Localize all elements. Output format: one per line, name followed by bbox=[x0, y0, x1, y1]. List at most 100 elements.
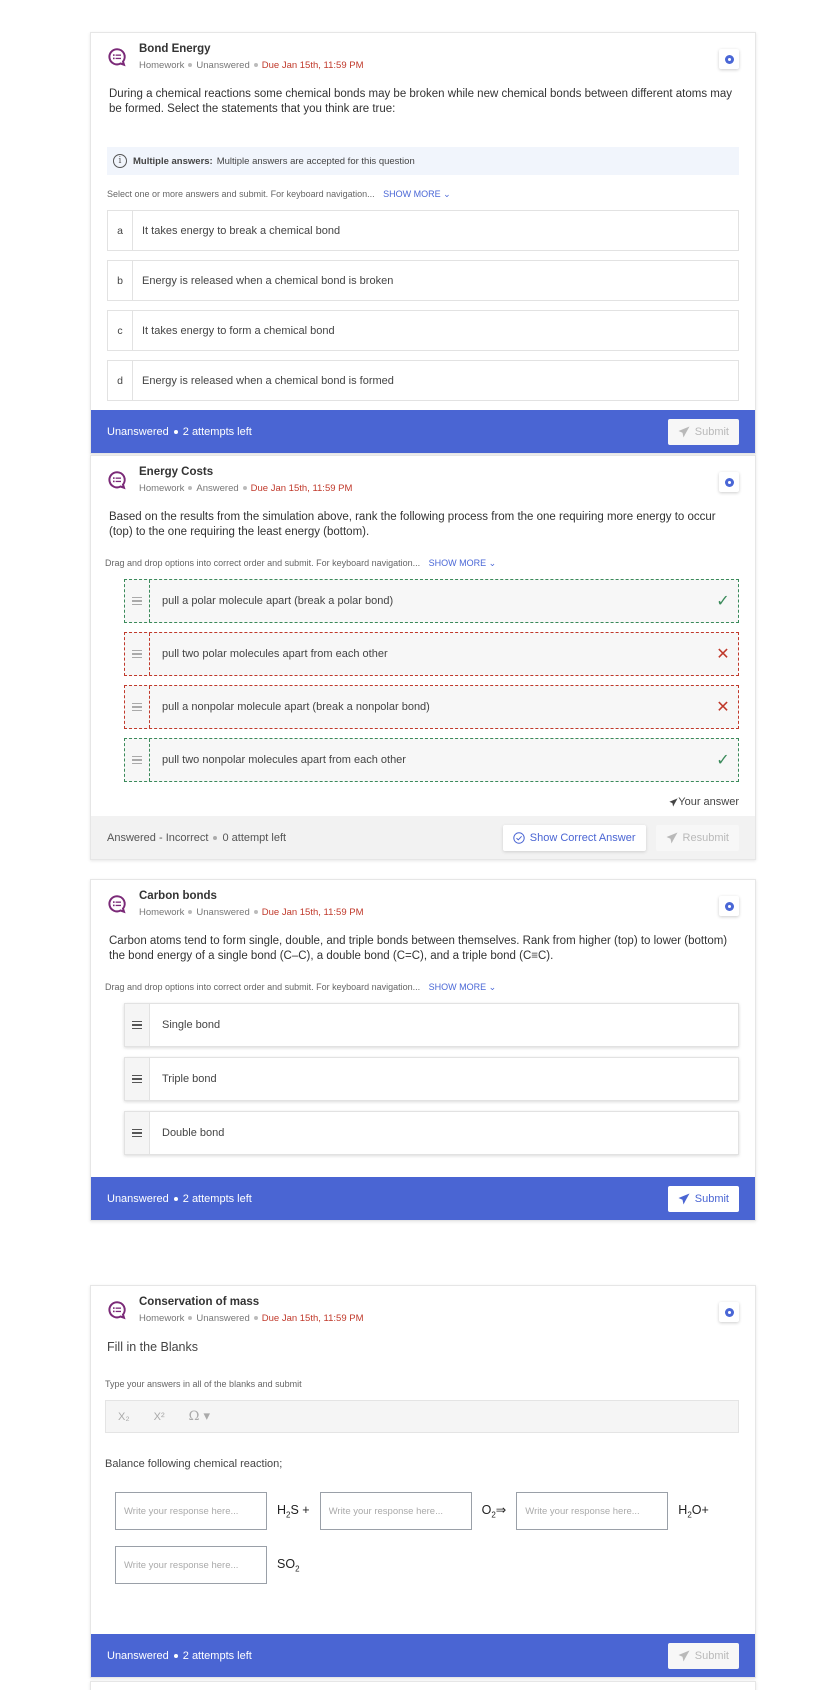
ranking-item-text: pull two nonpolar molecules apart from e… bbox=[162, 754, 406, 766]
submit-button[interactable]: Submit bbox=[667, 418, 739, 445]
question-list-icon bbox=[107, 894, 127, 914]
meta-separator bbox=[188, 910, 193, 915]
footer-status: Unanswered bbox=[107, 1192, 169, 1205]
ranking-item-text: pull a nonpolar molecule apart (break a … bbox=[162, 701, 430, 713]
bookmark-icon bbox=[724, 1307, 734, 1317]
show-more-label: SHOW MORE bbox=[428, 982, 487, 992]
blank-input-4[interactable] bbox=[115, 1546, 267, 1584]
drag-handle[interactable] bbox=[125, 1112, 150, 1154]
your-answer-label: Your answer bbox=[107, 782, 739, 816]
question-footer: Unanswered 2 attempts left Submit bbox=[91, 1634, 755, 1677]
answer-option-a[interactable]: a It takes energy to break a chemical bo… bbox=[107, 210, 739, 251]
chevron-down-icon: ⌄ bbox=[488, 558, 497, 568]
superscript-button[interactable]: X² bbox=[154, 1411, 165, 1423]
so2-term: SO2 bbox=[277, 1556, 300, 1574]
draggable-item[interactable]: Double bond bbox=[124, 1111, 739, 1155]
check-circle-icon bbox=[513, 831, 525, 844]
correct-check-icon: ✓ bbox=[716, 752, 730, 769]
send-icon bbox=[678, 1650, 690, 1662]
ranking-item[interactable]: pull two polar molecules apart from each… bbox=[124, 632, 739, 676]
question-type: Homework bbox=[139, 1313, 185, 1324]
question-status: Unanswered bbox=[196, 907, 250, 918]
show-more-link[interactable]: SHOW MORE ⌄ bbox=[383, 189, 451, 199]
info-icon: i bbox=[113, 154, 127, 168]
ranking-item[interactable]: pull two nonpolar molecules apart from e… bbox=[124, 738, 739, 782]
show-more-label: SHOW MORE bbox=[428, 558, 487, 568]
formatting-toolbar: X₂ X² Ω ▾ bbox=[105, 1400, 739, 1433]
blank-input-3[interactable] bbox=[516, 1492, 669, 1530]
question-meta: Homework Unanswered Due Jan 15th, 11:59 PM bbox=[139, 60, 364, 71]
bookmark-button[interactable] bbox=[719, 896, 739, 916]
resubmit-button[interactable]: Resubmit bbox=[655, 824, 739, 851]
meta-separator bbox=[188, 486, 193, 491]
meta-separator bbox=[253, 1316, 258, 1321]
bookmark-icon bbox=[724, 54, 734, 64]
question-type: Homework bbox=[139, 483, 185, 494]
question-footer: Unanswered 2 attempts left Submit bbox=[91, 1177, 755, 1220]
option-text: Energy is released when a chemical bond … bbox=[142, 274, 394, 287]
submit-label: Submit bbox=[694, 1649, 729, 1662]
answer-option-b[interactable]: b Energy is released when a chemical bon… bbox=[107, 260, 739, 301]
drag-handle[interactable] bbox=[125, 1004, 150, 1046]
drag-handle[interactable] bbox=[125, 633, 150, 675]
instructions-text: Drag and drop options into correct order… bbox=[105, 558, 421, 568]
subscript-button[interactable]: X₂ bbox=[118, 1411, 130, 1423]
bookmark-button[interactable] bbox=[719, 472, 739, 492]
due-date: Due Jan 15th, 11:59 PM bbox=[261, 1313, 364, 1324]
question-header: Conservation of mass Homework Unanswered D… bbox=[91, 1286, 755, 1332]
submit-button[interactable]: Submit bbox=[667, 1642, 739, 1669]
incorrect-x-icon: ✕ bbox=[716, 699, 730, 716]
question-footer: Unanswered 2 attempts left Submit bbox=[91, 410, 755, 453]
show-correct-answer-label: Show Correct Answer bbox=[529, 831, 636, 844]
status-separator bbox=[173, 1196, 178, 1201]
status-separator bbox=[173, 429, 178, 434]
info-text: Multiple answers are accepted for this q… bbox=[216, 155, 415, 167]
question-title: Energy Costs bbox=[139, 466, 214, 478]
question-header: Energy Costs Homework Answered Due Jan 15t… bbox=[91, 456, 755, 502]
footer-status: Answered - Incorrect bbox=[107, 831, 209, 844]
draggable-item[interactable]: Triple bond bbox=[124, 1057, 739, 1101]
option-text: Energy is released when a chemical bond … bbox=[142, 374, 394, 387]
draggable-item-text: Single bond bbox=[162, 1019, 221, 1031]
ranking-item[interactable]: pull a polar molecule apart (break a pol… bbox=[124, 579, 739, 623]
instructions: Drag and drop options into correct order… bbox=[105, 540, 739, 579]
meta-separator bbox=[253, 63, 258, 68]
question-card-energy-costs: Energy Costs Homework Answered Due Jan 15t… bbox=[90, 455, 756, 860]
ranking-item[interactable]: pull a nonpolar molecule apart (break a … bbox=[124, 685, 739, 729]
show-more-link[interactable]: SHOW MORE ⌄ bbox=[429, 982, 497, 992]
question-list-icon bbox=[107, 47, 127, 67]
question-header: Bond Energy Homework Unanswered Due Jan 15… bbox=[91, 33, 755, 79]
so2-term-text: SO bbox=[277, 1556, 296, 1571]
h2o-term: H2O+ bbox=[678, 1502, 709, 1520]
question-status: Unanswered bbox=[196, 60, 250, 71]
question-status: Answered bbox=[196, 483, 239, 494]
bookmark-button[interactable] bbox=[719, 49, 739, 69]
attempt-status: Unanswered 2 attempts left bbox=[107, 426, 252, 438]
status-separator bbox=[173, 1653, 178, 1658]
answer-option-d[interactable]: d Energy is released when a chemical bon… bbox=[107, 360, 739, 401]
drag-handle[interactable] bbox=[125, 1058, 150, 1100]
instructions: Drag and drop options into correct order… bbox=[105, 964, 739, 1003]
question-text: Carbon atoms tend to form single, double… bbox=[109, 935, 728, 962]
due-date: Due Jan 15th, 11:59 PM bbox=[261, 60, 364, 71]
show-correct-answer-button[interactable]: Show Correct Answer bbox=[502, 824, 646, 851]
drag-handle[interactable] bbox=[125, 739, 150, 781]
blank-input-2[interactable] bbox=[319, 1492, 472, 1530]
show-more-link[interactable]: SHOW MORE ⌄ bbox=[429, 558, 497, 568]
footer-status: Unanswered bbox=[107, 1649, 169, 1662]
drag-handle[interactable] bbox=[125, 580, 150, 622]
draggable-item[interactable]: Single bond bbox=[124, 1003, 739, 1047]
submit-label: Submit bbox=[694, 425, 729, 438]
blank-input-1[interactable] bbox=[115, 1492, 267, 1530]
submit-button[interactable]: Submit bbox=[667, 1185, 739, 1212]
instructions-text: Drag and drop options into correct order… bbox=[105, 982, 421, 992]
answer-option-c[interactable]: c It takes energy to form a chemical bon… bbox=[107, 310, 739, 351]
incorrect-x-icon: ✕ bbox=[716, 646, 730, 663]
drag-handle-icon bbox=[132, 703, 142, 711]
attempts-left: 0 attempt left bbox=[222, 831, 287, 844]
bookmark-button[interactable] bbox=[719, 1302, 739, 1322]
drag-handle[interactable] bbox=[125, 686, 150, 728]
special-characters-button[interactable]: Ω ▾ bbox=[189, 1409, 210, 1424]
h2o-term-text: O+ bbox=[691, 1502, 709, 1517]
meta-separator bbox=[242, 486, 247, 491]
